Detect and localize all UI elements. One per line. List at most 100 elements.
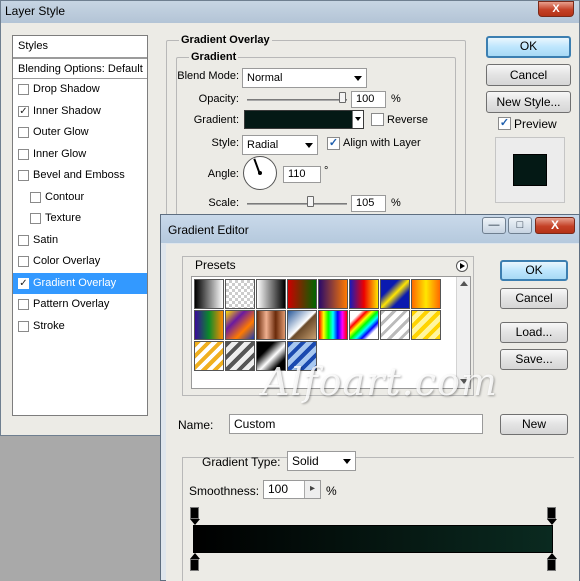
- cancel-button[interactable]: Cancel: [486, 64, 571, 86]
- preset-swatch-chrome[interactable]: [287, 310, 317, 340]
- style-item[interactable]: Contour: [13, 187, 147, 209]
- preview-checkbox[interactable]: ✓: [498, 117, 511, 130]
- scale-input[interactable]: 105: [351, 195, 386, 212]
- smoothness-label: Smoothness:: [189, 484, 260, 498]
- scale-slider[interactable]: [247, 203, 347, 205]
- style-item-checkbox[interactable]: [18, 256, 29, 267]
- preset-swatch-silver-stripes[interactable]: [225, 341, 255, 371]
- name-input[interactable]: Custom: [229, 414, 483, 434]
- blend-mode-select[interactable]: Normal: [242, 68, 367, 88]
- smoothness-percent: %: [326, 484, 337, 498]
- color-stop-right[interactable]: [547, 559, 556, 571]
- opacity-stop-right[interactable]: [547, 507, 556, 519]
- style-item[interactable]: Color Overlay: [13, 251, 147, 273]
- presets-menu-icon[interactable]: [456, 260, 468, 272]
- blending-options-item[interactable]: Blending Options: Default: [13, 57, 147, 79]
- gradient-type-select[interactable]: Solid: [287, 451, 356, 471]
- style-item[interactable]: ✓ Inner Shadow: [13, 101, 147, 123]
- preset-swatch-blue-yellow-blue[interactable]: [380, 279, 410, 309]
- preset-swatch-yellow-violet-orange-blue[interactable]: [225, 310, 255, 340]
- style-item-label: Texture: [45, 212, 82, 224]
- smoothness-stepper-icon[interactable]: ▸: [304, 481, 320, 498]
- style-item-checkbox[interactable]: [18, 320, 29, 332]
- preset-swatch-red-green[interactable]: [287, 279, 317, 309]
- opacity-slider[interactable]: [247, 99, 347, 101]
- style-item-label: Satin: [33, 233, 59, 246]
- gradient-editor-title: Gradient Editor: [168, 223, 249, 237]
- name-label: Name:: [178, 418, 214, 432]
- style-item[interactable]: ✓ Gradient Overlay: [13, 272, 147, 294]
- opacity-input[interactable]: 100: [351, 91, 386, 108]
- style-item[interactable]: Stroke: [13, 316, 147, 338]
- preset-swatch-black-white[interactable]: [194, 279, 224, 309]
- style-item-checkbox[interactable]: [30, 213, 41, 224]
- gradient-subgroup-title: Gradient: [189, 51, 239, 63]
- styles-header[interactable]: Styles: [13, 36, 147, 58]
- gradient-picker-dropdown[interactable]: [352, 111, 363, 128]
- blend-mode-label: Blend Mode:: [177, 70, 239, 82]
- close-icon[interactable]: X: [535, 217, 575, 234]
- preset-swatch-gold-stripes[interactable]: [194, 341, 224, 371]
- color-stop-left[interactable]: [190, 559, 199, 571]
- minimize-icon[interactable]: —: [482, 217, 506, 234]
- style-item-checkbox[interactable]: [18, 299, 29, 310]
- ok-button[interactable]: OK: [486, 36, 571, 58]
- preset-swatch-black-white-dark[interactable]: [256, 279, 286, 309]
- checkmark-icon[interactable]: ✓: [18, 105, 29, 117]
- style-item-checkbox[interactable]: [18, 148, 29, 160]
- angle-dial[interactable]: [243, 156, 277, 190]
- opacity-stop-left[interactable]: [190, 507, 199, 519]
- gradient-editor-titlebar[interactable]: Gradient Editor — □ X: [161, 215, 579, 243]
- style-item-checkbox[interactable]: [18, 234, 29, 246]
- load-button[interactable]: Load...: [500, 322, 568, 343]
- ge-cancel-button[interactable]: Cancel: [500, 288, 568, 309]
- preset-swatch-transparent-rainbow[interactable]: [349, 310, 379, 340]
- preset-swatch-spectrum[interactable]: [318, 310, 348, 340]
- preset-swatch-violet-orange[interactable]: [318, 279, 348, 309]
- style-item-checkbox[interactable]: [18, 127, 29, 138]
- align-with-layer-label: Align with Layer: [343, 137, 421, 149]
- maximize-icon[interactable]: □: [508, 217, 532, 234]
- gradient-bar[interactable]: [193, 525, 553, 553]
- chevron-down-icon: [343, 459, 351, 464]
- reverse-checkbox[interactable]: [371, 113, 384, 126]
- style-item[interactable]: Inner Glow: [13, 144, 147, 166]
- style-item-label: Color Overlay: [33, 255, 101, 267]
- preset-swatch-transparent-checker[interactable]: [225, 279, 255, 309]
- preset-swatch-violet-green-orange[interactable]: [194, 310, 224, 340]
- style-select[interactable]: Radial: [242, 135, 318, 155]
- align-with-layer-checkbox[interactable]: ✓: [327, 137, 340, 150]
- scroll-up-icon[interactable]: [460, 281, 468, 286]
- preset-swatch-blue-red-yellow[interactable]: [349, 279, 379, 309]
- style-item[interactable]: Satin: [13, 230, 147, 252]
- style-item[interactable]: Texture: [13, 208, 147, 230]
- style-item[interactable]: Outer Glow: [13, 122, 147, 144]
- ge-ok-button[interactable]: OK: [500, 260, 568, 281]
- layer-style-titlebar[interactable]: Layer Style X: [1, 1, 579, 23]
- layer-style-title: Layer Style: [5, 4, 66, 18]
- opacity-slider-thumb[interactable]: [339, 92, 346, 103]
- style-item[interactable]: Bevel and Emboss: [13, 165, 147, 187]
- angle-input[interactable]: 110: [283, 166, 321, 183]
- style-item-label: Contour: [45, 190, 85, 203]
- checkmark-icon[interactable]: ✓: [18, 277, 29, 289]
- new-gradient-button[interactable]: New: [500, 414, 568, 435]
- style-item-checkbox[interactable]: [30, 191, 41, 203]
- close-icon[interactable]: X: [538, 1, 574, 17]
- preset-swatch-copper[interactable]: [256, 310, 286, 340]
- style-item[interactable]: Drop Shadow: [13, 79, 147, 101]
- style-label: Style:: [211, 137, 239, 149]
- preset-swatch-orange-yellow-orange[interactable]: [411, 279, 441, 309]
- style-item[interactable]: Pattern Overlay: [13, 294, 147, 316]
- preset-swatch-yellow-stripes[interactable]: [411, 310, 441, 340]
- preset-swatch-transparent-stripes[interactable]: [380, 310, 410, 340]
- preview-swatch: [513, 154, 547, 186]
- smoothness-input[interactable]: 100 ▸: [263, 480, 321, 499]
- style-item-checkbox[interactable]: [18, 170, 29, 181]
- angle-degree: °: [324, 165, 329, 177]
- scale-slider-thumb[interactable]: [307, 196, 314, 207]
- style-item-checkbox[interactable]: [18, 84, 29, 95]
- save-button[interactable]: Save...: [500, 349, 568, 370]
- new-style-button[interactable]: New Style...: [486, 91, 571, 113]
- gradient-picker[interactable]: [244, 110, 364, 129]
